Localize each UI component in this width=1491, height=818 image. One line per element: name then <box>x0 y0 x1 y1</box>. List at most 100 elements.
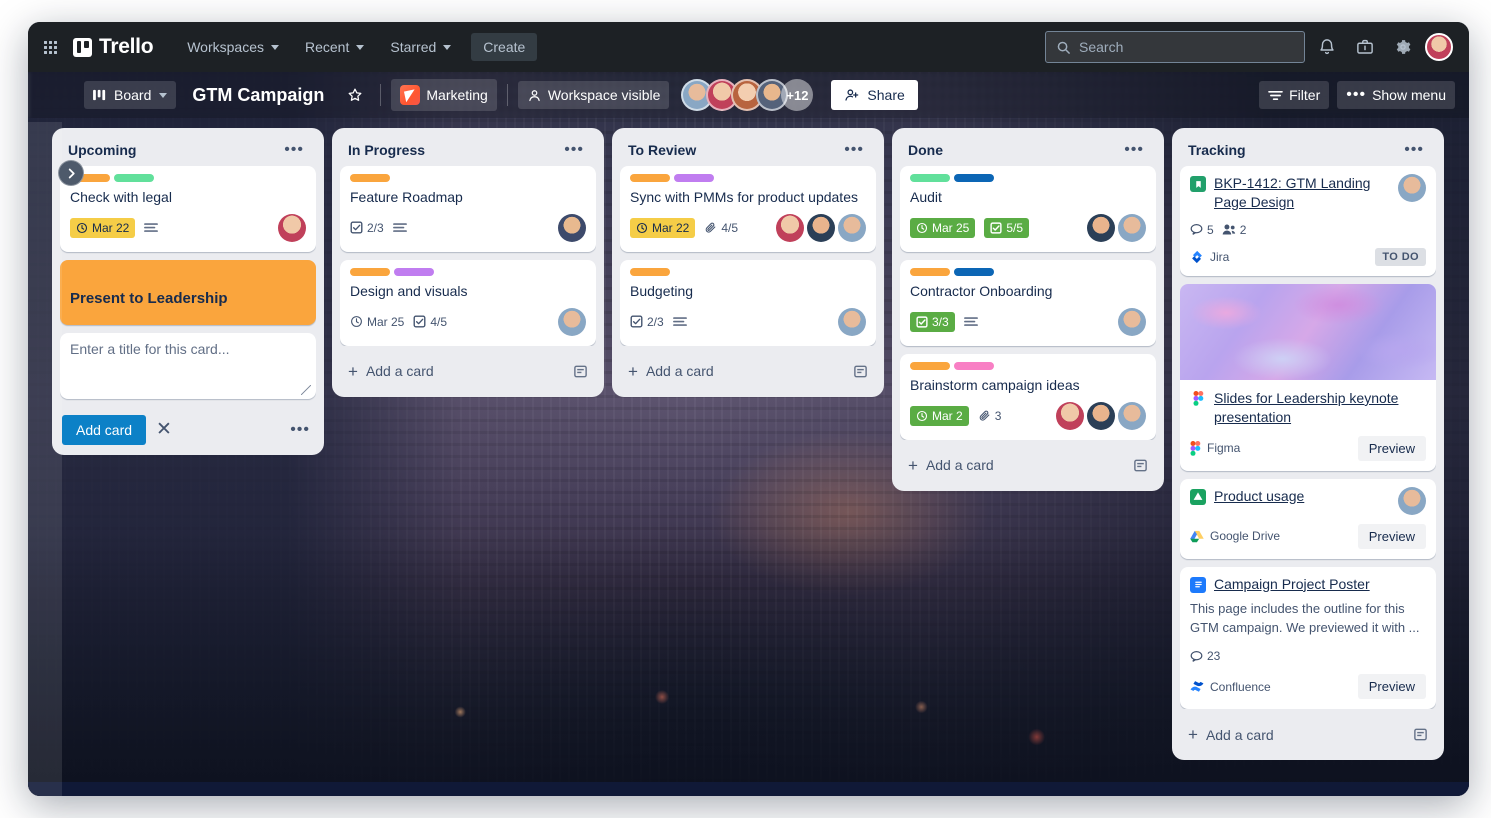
list-actions-icon[interactable]: ••• <box>280 142 308 158</box>
card-compose-textarea[interactable]: Enter a title for this card... <box>60 332 316 399</box>
card-template-icon[interactable] <box>1413 727 1428 742</box>
create-button[interactable]: Create <box>471 33 538 61</box>
label-green[interactable] <box>114 174 154 182</box>
avatar[interactable] <box>1087 213 1115 242</box>
info-briefcase-button[interactable] <box>1349 31 1381 63</box>
label-orange[interactable] <box>910 267 950 276</box>
add-a-card-button[interactable]: + Add a card <box>620 354 876 389</box>
share-button[interactable]: Share <box>831 80 918 110</box>
avatar[interactable] <box>838 213 866 242</box>
label-blue[interactable] <box>954 267 994 276</box>
avatar[interactable] <box>1398 174 1426 202</box>
add-a-card-button[interactable]: + Add a card <box>340 354 596 389</box>
board-view-switcher[interactable]: Board <box>84 81 177 109</box>
member-overflow-count[interactable]: +12 <box>781 79 814 111</box>
nav-workspaces[interactable]: Workspaces <box>177 33 289 61</box>
avatar[interactable] <box>558 307 586 336</box>
card-budgeting[interactable]: Budgeting 2/3 <box>620 259 876 346</box>
avatar[interactable] <box>1056 401 1084 430</box>
label-purple[interactable] <box>394 267 434 276</box>
chevron-down-icon <box>159 92 168 98</box>
close-icon[interactable]: ✕ <box>156 420 172 439</box>
list-actions-icon[interactable]: ••• <box>1400 142 1428 158</box>
list-actions-icon[interactable]: ••• <box>840 142 868 158</box>
trello-logo[interactable]: Trello <box>73 35 154 59</box>
label-orange[interactable] <box>350 267 390 276</box>
avatar[interactable] <box>1398 486 1426 515</box>
label-purple[interactable] <box>674 174 714 182</box>
card-jira-bkp-1412[interactable]: BKP-1412: GTM Landing Page Design 5 2 Ji… <box>1180 166 1436 276</box>
due-date-badge[interactable]: Mar 25 <box>350 313 404 331</box>
label-blue[interactable] <box>954 174 994 182</box>
workspace-chip[interactable]: ◤ Marketing <box>391 79 497 111</box>
list-done: Done ••• Audit Mar 25 5/5 Contractor Onb… <box>892 128 1164 491</box>
resize-handle[interactable] <box>301 384 311 395</box>
card-template-icon[interactable] <box>853 364 868 379</box>
add-a-card-button[interactable]: + Add a card <box>900 448 1156 483</box>
card-feature-roadmap[interactable]: Feature Roadmap 2/3 <box>340 166 596 252</box>
user-avatar[interactable] <box>1425 33 1453 61</box>
card-check-with-legal[interactable]: Check with legal Mar 22 <box>60 166 316 252</box>
settings-button[interactable] <box>1387 31 1419 63</box>
label-orange[interactable] <box>350 174 390 182</box>
avatar[interactable] <box>1118 213 1146 242</box>
card-present-to-leadership[interactable]: Present to Leadership <box>60 259 316 325</box>
card-gdrive-product-usage[interactable]: Product usage Google Drive Preview <box>1180 478 1436 559</box>
label-orange[interactable] <box>630 174 670 182</box>
card-audit[interactable]: Audit Mar 25 5/5 <box>900 166 1156 252</box>
label-orange[interactable] <box>630 267 670 276</box>
list-actions-icon[interactable]: ••• <box>1120 142 1148 158</box>
provider-name: Figma <box>1207 441 1241 456</box>
due-date-badge[interactable]: Mar 25 <box>910 217 976 238</box>
smart-link-title[interactable]: Campaign Project Poster <box>1214 575 1426 594</box>
top-nav-right-group: Search <box>1045 31 1453 63</box>
due-date-badge[interactable]: Mar 22 <box>630 217 696 238</box>
due-date-badge[interactable]: Mar 2 <box>910 405 969 426</box>
label-green[interactable] <box>910 174 950 182</box>
search-input[interactable]: Search <box>1045 31 1305 63</box>
label-pink[interactable] <box>954 361 994 370</box>
card-template-icon[interactable] <box>1133 458 1148 473</box>
search-icon <box>1057 41 1070 54</box>
preview-button[interactable]: Preview <box>1357 435 1426 461</box>
board-visibility-button[interactable]: Workspace visible <box>517 81 670 109</box>
avatar[interactable] <box>1118 307 1146 336</box>
avatar[interactable] <box>776 213 804 242</box>
preview-button[interactable]: Preview <box>1357 674 1426 700</box>
add-a-card-button[interactable]: + Add a card <box>1180 717 1436 752</box>
nav-starred[interactable]: Starred <box>380 33 461 61</box>
add-card-button[interactable]: Add card <box>62 414 147 445</box>
avatar[interactable] <box>807 213 835 242</box>
card-badges: Mar 25 4/5 <box>350 307 586 336</box>
attachment-badge: 3 <box>978 407 1001 425</box>
show-menu-button[interactable]: ••• Show menu <box>1337 81 1455 109</box>
card-confluence-campaign-poster[interactable]: Campaign Project Poster This page includ… <box>1180 566 1436 710</box>
notifications-button[interactable] <box>1311 31 1343 63</box>
filter-button[interactable]: Filter <box>1259 81 1330 109</box>
avatar[interactable] <box>278 213 306 242</box>
list-actions-icon[interactable]: ••• <box>560 142 588 158</box>
preview-button[interactable]: Preview <box>1357 523 1426 549</box>
card-template-icon[interactable] <box>573 364 588 379</box>
avatar[interactable] <box>1118 401 1146 430</box>
avatar[interactable] <box>558 213 586 242</box>
card-design-and-visuals[interactable]: Design and visuals Mar 25 4/5 <box>340 259 596 346</box>
label-orange[interactable] <box>910 361 950 370</box>
smart-link-title[interactable]: Product usage <box>1214 487 1390 506</box>
sidebar-expand-button[interactable] <box>58 160 84 186</box>
card-brainstorm-campaign-ideas[interactable]: Brainstorm campaign ideas Mar 2 3 <box>900 353 1156 440</box>
comments-count: 5 <box>1207 222 1214 237</box>
card-sync-with-pmms[interactable]: Sync with PMMs for product updates Mar 2… <box>620 166 876 252</box>
card-figma-slides[interactable]: Slides for Leadership keynote presentati… <box>1180 283 1436 471</box>
star-board-button[interactable] <box>340 82 370 108</box>
smart-link-title[interactable]: BKP-1412: GTM Landing Page Design <box>1214 174 1390 212</box>
avatar[interactable] <box>838 307 866 336</box>
avatar[interactable] <box>1087 401 1115 430</box>
apps-grid-icon[interactable] <box>44 40 57 54</box>
smart-link-title[interactable]: Slides for Leadership keynote presentati… <box>1214 389 1426 427</box>
due-date-badge[interactable]: Mar 22 <box>70 217 136 238</box>
compose-more-options-icon[interactable]: ••• <box>286 421 314 437</box>
description-icon <box>672 317 687 326</box>
card-contractor-onboarding[interactable]: Contractor Onboarding 3/3 <box>900 259 1156 346</box>
nav-recent[interactable]: Recent <box>295 33 374 61</box>
